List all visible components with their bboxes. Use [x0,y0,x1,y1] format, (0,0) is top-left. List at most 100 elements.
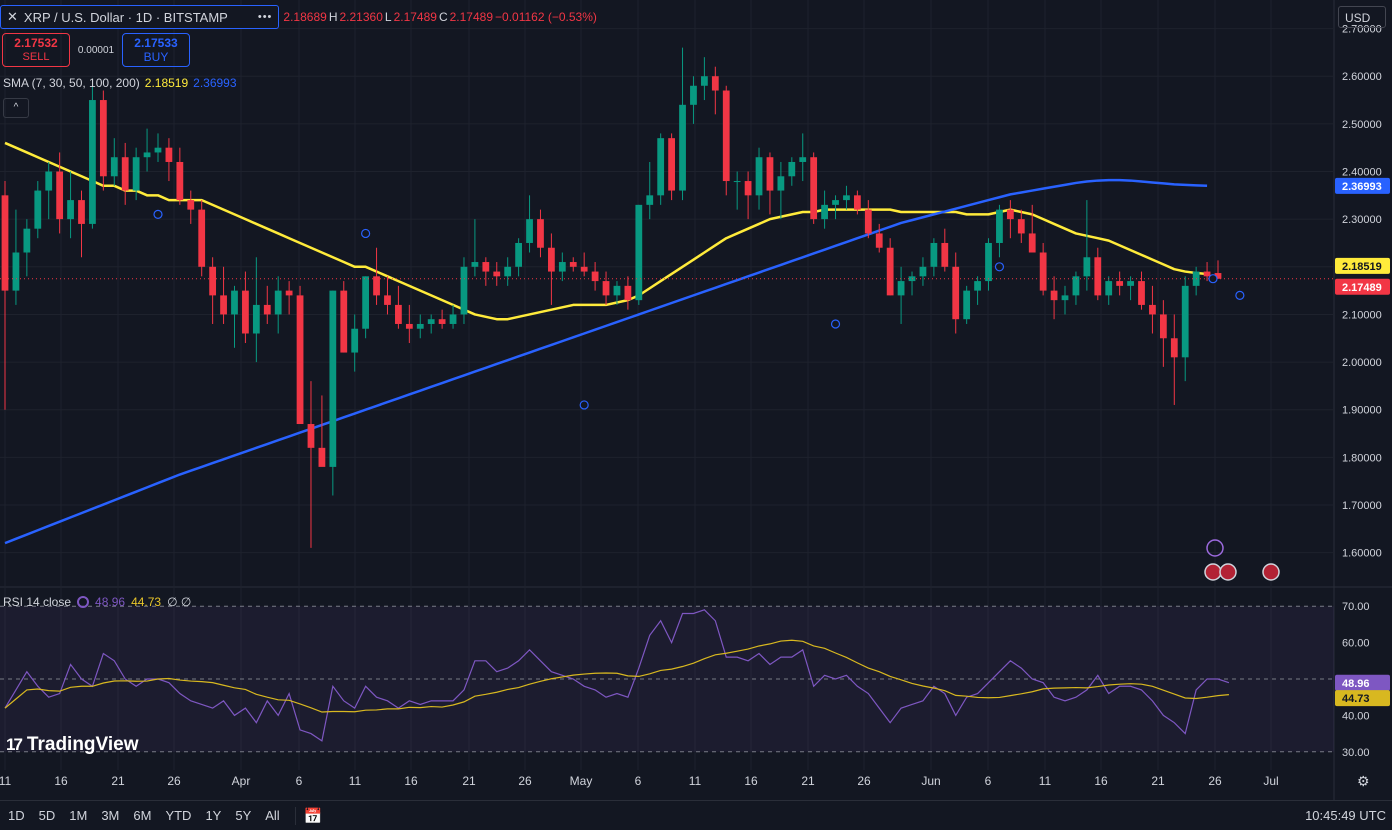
rsi-value-tag: 48.96 [1342,678,1370,690]
price-tick-label: 1.70000 [1342,500,1382,512]
candle-up [733,181,741,183]
candle-up [154,147,162,153]
candle-down [340,290,348,353]
chart-header: ✕ XRP / U.S. Dollar · 1D · BITSTAMP ••• … [0,4,597,30]
buy-button[interactable]: 2.17533 BUY [122,33,190,67]
rsi-tick-label: 70.00 [1342,601,1370,613]
range-1m[interactable]: 1M [62,808,94,823]
candle-down [537,219,544,248]
candle-up [329,290,337,467]
time-tick-label: 16 [1094,774,1108,788]
time-tick-label: 6 [296,774,303,788]
range-ytd[interactable]: YTD [158,808,198,823]
sma-legend[interactable]: SMA (7, 30, 50, 100, 200) 2.18519 2.3699… [3,76,237,90]
candle-up [646,195,654,205]
candle-up [143,152,151,158]
time-tick-label: Jun [921,774,940,788]
candle-up [1127,281,1134,286]
candle-up [821,204,828,220]
time-tick-label: 21 [801,774,815,788]
candle-up [362,276,370,329]
candle-up [919,266,927,277]
candle-down [1203,271,1211,277]
candle-down [1094,257,1102,296]
candle-down [1039,252,1047,291]
range-3m[interactable]: 3M [94,808,126,823]
candle-down [591,271,599,282]
candle-down [766,157,774,191]
symbol-box[interactable]: ✕ XRP / U.S. Dollar · 1D · BITSTAMP ••• [0,5,280,29]
candle-up [843,195,850,201]
candle-up [755,157,763,196]
price-tick-label: 1.80000 [1342,452,1382,464]
time-tick-label: 21 [462,774,476,788]
rsi-tick-label: 40.00 [1342,710,1370,722]
rsi-tick-label: 30.00 [1342,747,1370,759]
collapse-legend-chevron-up-icon[interactable]: ^ [3,98,29,118]
more-icon[interactable]: ••• [258,11,273,23]
candle-up [700,76,708,86]
candle-up [110,157,118,177]
candle-down [864,209,872,234]
ohlc-values: 2.18689 H 2.21360 L 2.17489 C 2.17489 −0.01… [283,10,596,24]
range-1d[interactable]: 1D [0,808,32,823]
ohlc-change: −0.01162 (−0.53%) [495,10,597,24]
time-tick-label: 21 [111,774,125,788]
time-tick-label: 16 [54,774,68,788]
candle-up [449,314,457,324]
range-6m[interactable]: 6M [126,808,158,823]
time-tick-label: 11 [689,774,702,788]
currency-button[interactable]: USD [1338,6,1386,28]
candle-up [1181,285,1189,358]
calendar-icon[interactable]: 📅 [304,807,323,825]
time-tick-label: 26 [857,774,871,788]
candle-up [558,262,566,272]
rsi-tick-label: 60.00 [1342,638,1370,650]
candle-down [1006,209,1014,220]
chart-area[interactable]: 2.700002.600002.500002.400002.300002.200… [0,0,1392,829]
symbol-title[interactable]: XRP / U.S. Dollar · 1D · BITSTAMP [24,10,228,25]
sell-button[interactable]: 2.17532 SELL [2,33,70,67]
range-all[interactable]: All [258,808,286,823]
buy-price: 2.17533 [134,36,178,50]
range-5d[interactable]: 5D [32,808,63,823]
candle-down [810,157,818,220]
candle-up [252,304,260,334]
price-tick-label: 2.60000 [1342,71,1382,83]
gear-icon[interactable]: ⚙ [1357,773,1370,790]
time-tick-label: May [570,774,593,788]
candle-down [99,100,107,177]
candle-up [1061,295,1069,301]
last-price-tag: 2.17489 [1342,282,1382,294]
price-tick-label: 1.60000 [1342,548,1382,560]
event-marker-icon [361,228,371,239]
candle-down [121,157,129,191]
rsi-legend[interactable]: RSI 14 close 48.96 44.73 ∅ ∅ [3,595,191,609]
candle-down [482,262,490,272]
candle-up [679,104,686,191]
close-icon[interactable]: ✕ [7,9,18,25]
time-tick-label: 26 [167,774,181,788]
tradingview-logo[interactable]: 17 TradingView [6,734,139,756]
divider [294,806,296,825]
sma-value-30: 2.18519 [144,76,189,90]
event-marker-icon [1208,274,1218,284]
rsi-label: RSI 14 close [3,595,72,609]
candle-up [963,290,971,320]
price-tick-label: 1.90000 [1342,405,1382,417]
candle-up [788,161,796,177]
time-tick-label: 6 [985,774,992,788]
candle-up [132,157,140,191]
candle-down [744,181,752,196]
ohlc-high: 2.21360 [339,10,383,24]
range-1y[interactable]: 1Y [198,808,228,823]
rsi-settings-icon[interactable] [77,596,90,608]
candle-up [1072,276,1080,296]
candle-up [12,252,20,291]
candle-down [711,76,719,91]
range-5y[interactable]: 5Y [228,808,258,823]
price-tick-label: 2.10000 [1342,309,1382,321]
candle-down [493,271,501,277]
candle-up [34,190,42,229]
candle-up [274,290,282,315]
